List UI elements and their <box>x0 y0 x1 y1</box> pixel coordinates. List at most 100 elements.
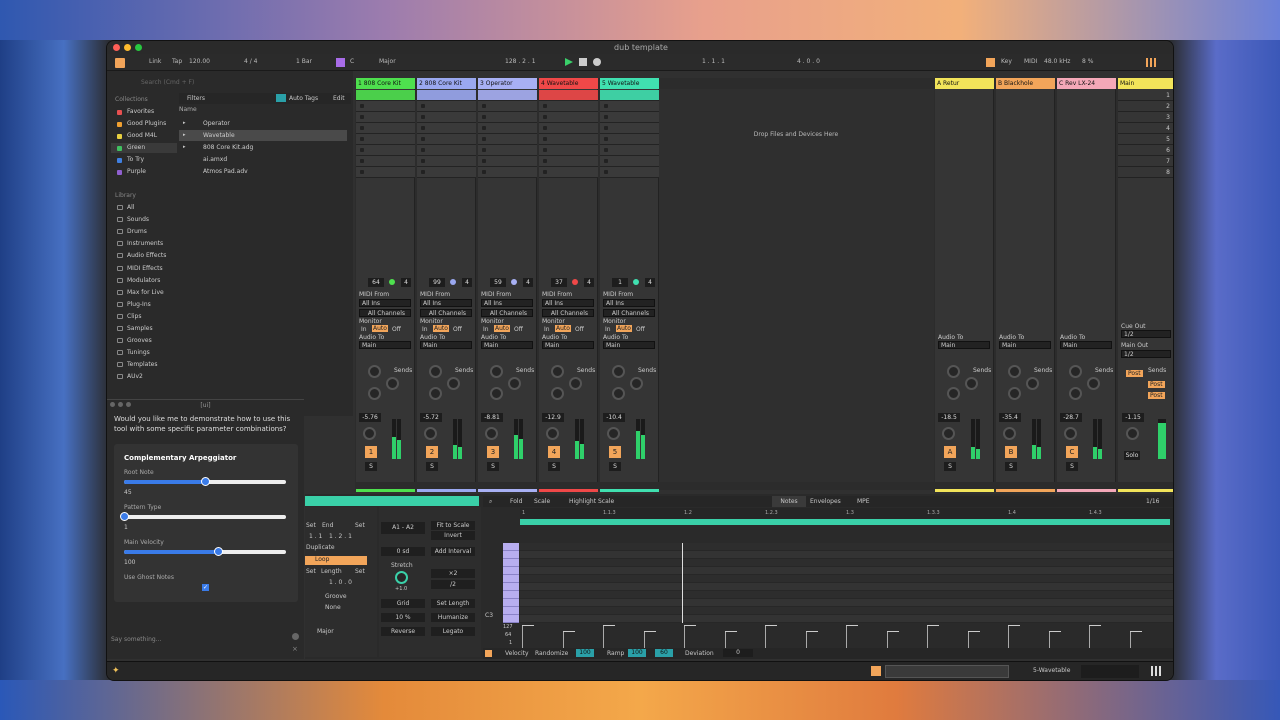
clip-slot-playing[interactable] <box>417 90 476 101</box>
clip-slot-playing[interactable] <box>600 90 659 101</box>
clip-slot[interactable] <box>539 134 598 145</box>
reverse-button[interactable]: Reverse <box>381 627 425 636</box>
browser-toggle-icon[interactable] <box>115 58 125 68</box>
send-b-knob[interactable] <box>569 377 582 390</box>
chat-dot-2[interactable] <box>118 402 123 407</box>
clip-slot[interactable] <box>600 156 659 167</box>
root-note-slider[interactable] <box>124 477 286 486</box>
stop-icon[interactable] <box>579 58 587 66</box>
library-item[interactable]: Instruments <box>111 238 177 249</box>
library-item[interactable]: Samples <box>111 323 177 334</box>
send-a-knob[interactable] <box>368 365 381 378</box>
tab-envelopes[interactable]: Envelopes <box>810 498 841 505</box>
filters-button[interactable]: Filters <box>187 95 205 102</box>
monitor-auto[interactable]: Auto <box>616 325 632 332</box>
send-c-knob[interactable] <box>368 387 381 400</box>
audio-to-select[interactable]: Main <box>420 341 472 349</box>
clip-stop-icon[interactable] <box>543 148 547 152</box>
clip-slot[interactable] <box>478 123 537 134</box>
browser-search-input[interactable]: Search (Cmd + F) <box>113 79 349 89</box>
pattern-type-slider[interactable] <box>120 512 286 521</box>
clip-stop-icon[interactable] <box>543 159 547 163</box>
velocity-stem[interactable] <box>846 625 847 648</box>
auto-tags-icon[interactable] <box>276 94 286 102</box>
velocity-bar[interactable] <box>1008 625 1020 626</box>
humanize-amount[interactable]: 10 % <box>381 613 425 622</box>
pan-knob[interactable] <box>1064 427 1077 440</box>
monitor-auto[interactable]: Auto <box>372 325 388 332</box>
pan-knob[interactable] <box>485 427 498 440</box>
clip-slot[interactable] <box>356 123 415 134</box>
library-item[interactable]: Audio Effects <box>111 250 177 261</box>
velocity-stem[interactable] <box>643 631 645 648</box>
chat-dot-3[interactable] <box>126 402 131 407</box>
volume-field[interactable]: -28.7 <box>1060 413 1082 422</box>
library-item[interactable]: Modulators <box>111 275 177 286</box>
tempo-field[interactable]: 120.00 <box>189 58 210 65</box>
pan-knob[interactable] <box>942 427 955 440</box>
clip-stop-icon[interactable] <box>604 104 608 108</box>
double-button[interactable]: ×2 <box>431 569 475 578</box>
collection-item[interactable]: To Try <box>111 155 177 165</box>
clip-stop-icon[interactable] <box>604 148 608 152</box>
key-select[interactable]: C <box>350 58 354 65</box>
library-item[interactable]: AUv2 <box>111 371 177 382</box>
pan-knob[interactable] <box>607 427 620 440</box>
volume-field[interactable]: -8.81 <box>481 413 503 422</box>
track-color-dot[interactable] <box>389 279 395 285</box>
clip-stop-icon[interactable] <box>360 104 364 108</box>
library-item[interactable]: All <box>111 202 177 213</box>
track-activator[interactable]: 2 <box>426 446 438 458</box>
send-b-knob[interactable] <box>965 377 978 390</box>
main-volume-field[interactable]: -1.15 <box>1122 413 1144 422</box>
position-field[interactable]: 1 . 1 . 1 <box>702 58 725 65</box>
clip-stop-icon[interactable] <box>482 104 486 108</box>
clip-slot[interactable] <box>356 101 415 112</box>
ramp-start[interactable]: 100 <box>628 649 646 657</box>
solo-button[interactable]: S <box>548 462 560 471</box>
clip-slot[interactable] <box>600 134 659 145</box>
midi-from-select[interactable]: All Ins <box>481 299 533 307</box>
volume-field[interactable]: -12.9 <box>542 413 564 422</box>
clip-slot[interactable] <box>356 112 415 123</box>
scene-launch[interactable]: 4 <box>1118 123 1173 134</box>
track-header[interactable]: C Rev LX-24 <box>1057 78 1116 89</box>
highlight-scale-toggle[interactable]: Highlight Scale <box>569 498 614 505</box>
velocity-bar[interactable] <box>562 631 575 632</box>
velocity-lane[interactable] <box>520 623 1173 648</box>
piano-keys[interactable] <box>503 543 519 623</box>
sparkle-icon[interactable]: ✦ <box>112 666 120 676</box>
set-length-button[interactable]: Set Length <box>431 599 475 608</box>
send-c-knob[interactable] <box>947 387 960 400</box>
overview-bar[interactable] <box>885 665 1009 678</box>
clip-slot[interactable] <box>417 145 476 156</box>
clip-slot[interactable] <box>478 134 537 145</box>
monitor-in[interactable]: In <box>605 326 611 333</box>
monitor-off[interactable]: Off <box>514 326 523 333</box>
velocity-stem[interactable] <box>967 631 969 648</box>
midi-channel-select[interactable]: All Channels <box>542 309 594 317</box>
clip-slot[interactable] <box>478 167 537 178</box>
clip-slot[interactable] <box>600 101 659 112</box>
library-item[interactable]: Plug-Ins <box>111 299 177 310</box>
velocity-stem[interactable] <box>603 625 604 648</box>
velocity-bar[interactable] <box>643 631 656 632</box>
send-b-knob[interactable] <box>630 377 643 390</box>
collection-item[interactable]: Purple <box>111 167 177 177</box>
library-item[interactable]: Tunings <box>111 347 177 358</box>
send-c-knob[interactable] <box>429 387 442 400</box>
volume-field[interactable]: -35.4 <box>999 413 1021 422</box>
clip-slot[interactable] <box>356 145 415 156</box>
volume-field[interactable]: -5.76 <box>359 413 381 422</box>
fit-to-scale-button[interactable]: Fit to Scale <box>431 521 475 530</box>
send-a-knob[interactable] <box>429 365 442 378</box>
scene-launch[interactable]: 8 <box>1118 167 1173 178</box>
midi-channel-select[interactable]: All Channels <box>420 309 472 317</box>
velocity-bar[interactable] <box>684 625 696 626</box>
velocity-slider[interactable] <box>124 547 286 556</box>
velocity-stem[interactable] <box>805 631 807 648</box>
send-a-knob[interactable] <box>1069 365 1082 378</box>
clip-slot[interactable] <box>417 134 476 145</box>
track-header[interactable]: A Retur <box>935 78 994 89</box>
velocity-bar[interactable] <box>967 631 980 632</box>
